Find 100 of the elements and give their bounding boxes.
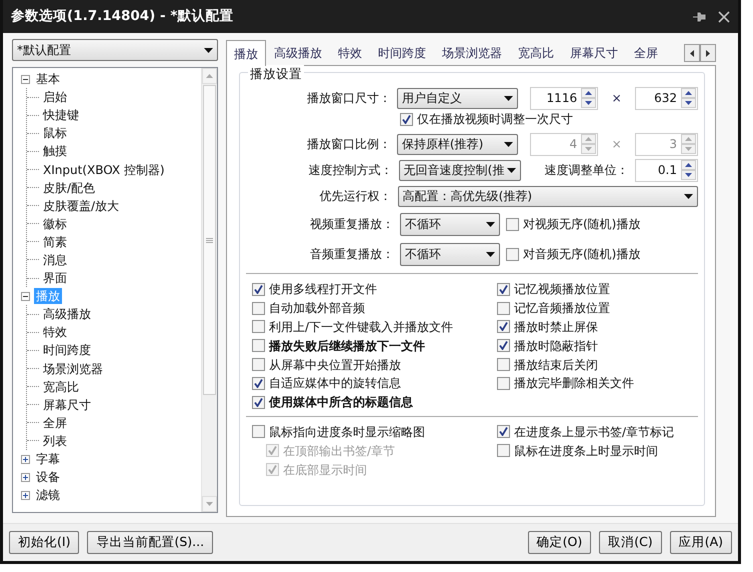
checkbox[interactable] [497,282,510,296]
checkbox-label: 自动加载外部音频 [269,300,365,318]
close-icon [718,10,730,22]
checkbox-label: 使用媒体中所含的标题信息 [269,394,413,412]
checkbox[interactable] [400,112,413,126]
tab-scroll-right-button[interactable] [700,44,716,62]
dropdown[interactable]: 无回音速度控制(推 [398,160,521,180]
number-field[interactable]: 632 [635,86,698,110]
dropdown[interactable]: 不循环 [400,242,500,266]
tree-item[interactable]: XInput(XBOX 控制器) [41,162,167,178]
up-arrow-icon [206,74,213,78]
tree-item[interactable]: 宽高比 [41,378,81,395]
checkbox[interactable] [497,376,510,390]
tree-item[interactable]: 快捷键 [41,107,81,124]
checkbox[interactable] [497,302,510,315]
tree-item[interactable]: 字幕 [34,451,62,468]
tab[interactable]: 时间跨度 [370,40,434,65]
tree-item[interactable]: 滤镜 [34,487,62,504]
scrollbar-thumb[interactable] [203,85,216,395]
dialog-button[interactable]: 导出当前配置(S)... [87,531,214,554]
tree-item[interactable]: 时间跨度 [41,342,93,358]
times-sign: × [610,90,623,107]
dialog-button[interactable]: 取消(C) [599,531,662,554]
down-arrow-icon [685,147,692,151]
tree-item[interactable]: 特效 [41,324,69,340]
tree-item[interactable]: 界面 [41,270,69,286]
times-sign: × [610,136,623,153]
number-field[interactable]: 1116 [530,86,598,110]
checkbox[interactable] [497,444,510,458]
down-arrow-icon [585,101,592,105]
tab-scroll-left-button[interactable] [684,44,700,62]
checkbox[interactable] [252,396,265,409]
tree-item[interactable]: 场景浏览器 [41,360,105,377]
tree-item[interactable]: 高级播放 [41,306,93,322]
spin-up-button[interactable] [681,88,696,98]
dropdown[interactable]: 高配置：高优先级(推荐) [398,186,698,206]
spin-up-button[interactable] [680,160,696,170]
tab[interactable]: 高级播放 [266,40,330,65]
checkbox[interactable] [252,376,265,390]
checkbox[interactable] [252,339,265,352]
profile-dropdown[interactable]: *默认配置 [12,39,218,61]
tree-item[interactable]: 徽标 [41,216,69,232]
dialog-button[interactable]: 确定(O) [528,531,592,554]
expand-icon[interactable] [21,490,30,500]
checkbox-label: 仅在播放视频时调整一次尺寸 [417,111,573,128]
checkbox[interactable] [497,339,510,352]
tab[interactable]: 屏幕尺寸 [562,40,626,65]
tab[interactable]: 全屏 [626,40,666,65]
caret-icon [506,168,516,172]
dialog-button[interactable]: 初始化(I) [9,531,80,554]
checkbox[interactable] [497,320,510,334]
checkbox[interactable] [252,425,265,438]
spin-up-button[interactable] [581,88,596,98]
field-label: 速度调整单位： [544,162,630,179]
checkbox-label: 鼠标在进度条上时显示时间 [514,442,658,460]
tree-item[interactable]: 皮肤/配色 [41,180,98,196]
down-arrow-icon [206,502,213,506]
dropdown[interactable]: 用户自定义 [396,88,518,108]
tree-item[interactable]: 简素 [41,234,69,250]
checkbox[interactable] [252,302,265,315]
expand-icon[interactable] [21,472,30,482]
spin-down-button[interactable] [681,98,696,108]
dialog-button[interactable]: 应用(A) [670,531,732,554]
up-arrow-icon [585,91,592,95]
collapse-icon[interactable] [21,292,30,301]
checkbox[interactable] [252,358,265,372]
tab[interactable]: 特效 [330,40,370,65]
tree-item[interactable]: 全屏 [41,414,69,431]
field-label: 音频重复播放： [309,246,395,263]
checkbox[interactable] [497,425,510,438]
tab[interactable]: 场景浏览器 [434,40,510,65]
checkbox-label: 对视频无序(随机)播放 [523,216,640,233]
checkbox-label: 播放结束后关闭 [514,356,598,374]
collapse-icon[interactable] [21,74,30,84]
tree-item[interactable]: 触摸 [41,143,69,160]
down-arrow-icon [685,101,692,105]
tab[interactable]: 宽高比 [510,40,562,65]
caret-icon [504,142,513,146]
spin-down-button[interactable] [581,98,596,108]
checkbox[interactable] [506,218,519,230]
tree-item[interactable]: 鼠标 [41,125,69,142]
expand-icon[interactable] [21,454,30,464]
checkbox-label: 自适应媒体中的旋转信息 [269,375,401,392]
checkbox[interactable] [506,248,519,260]
tree-item[interactable]: 皮肤覆盖/放大 [41,198,122,214]
tree-item[interactable]: 基本 [34,71,62,88]
checkbox-label: 播放失败后继续播放下一文件 [269,338,425,355]
tree-item[interactable]: 消息 [41,252,69,268]
checkbox[interactable] [252,320,265,334]
tree-item[interactable]: 屏幕尺寸 [41,396,93,413]
checkbox-label: 在顶部输出书签/章节 [283,442,396,460]
checkbox[interactable] [252,282,265,296]
checkbox[interactable] [497,358,510,372]
spin-down-button[interactable] [680,170,696,180]
tree-item[interactable]: 列表 [41,432,69,449]
number-field[interactable]: 0.1 [634,158,698,182]
dropdown[interactable]: 不循环 [400,212,500,236]
tree-item[interactable]: 启始 [41,89,69,106]
tab[interactable]: 播放 [226,40,266,66]
tree-item[interactable]: 设备 [34,469,62,486]
